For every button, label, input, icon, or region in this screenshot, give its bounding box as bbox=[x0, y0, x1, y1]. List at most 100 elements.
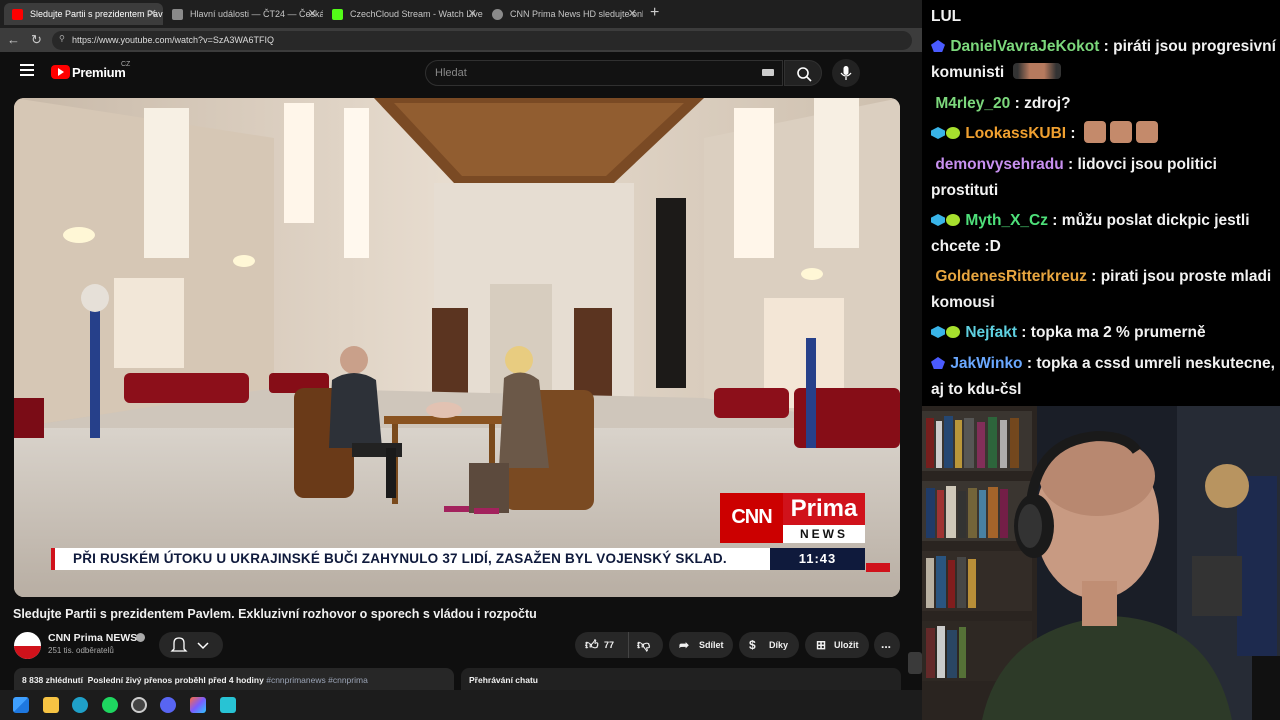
edge-browser-icon[interactable] bbox=[72, 697, 88, 713]
youtube-favicon-icon bbox=[12, 9, 23, 20]
more-icon: ... bbox=[881, 637, 892, 651]
tab-title: Hlavní události — ČT24 — Česká bbox=[190, 9, 323, 19]
tab-ct24[interactable]: Hlavní události — ČT24 — Česká ✕ bbox=[164, 3, 323, 25]
country-code: CZ bbox=[121, 61, 131, 68]
chat-username[interactable]: LookassKUBI bbox=[965, 125, 1066, 142]
webcam-scene bbox=[922, 406, 1280, 720]
new-tab-button[interactable]: + bbox=[650, 4, 659, 22]
video-player[interactable]: CNN Prima NEWS PŘI RUSKÉM ÚTOKU U UKRAJI… bbox=[14, 98, 900, 597]
ticker-clock: 11:43 bbox=[770, 548, 865, 570]
face-emote-icon bbox=[1109, 121, 1132, 143]
chat-message: Myth_X_Cz : můžu poslat dickpic jestli c… bbox=[931, 212, 1250, 255]
description-box[interactable]: 8 838 zhlédnutí Poslední živý přenos pro… bbox=[14, 668, 454, 690]
subscription-bell-button[interactable] bbox=[159, 632, 223, 658]
youtube-logo-icon[interactable] bbox=[51, 65, 70, 79]
reload-icon[interactable]: ↻ bbox=[31, 32, 42, 48]
taskbar bbox=[0, 690, 922, 720]
chat-username[interactable]: Myth_X_Cz bbox=[965, 212, 1048, 229]
sub-badge-icon bbox=[931, 357, 945, 369]
voice-search-button[interactable] bbox=[832, 59, 860, 87]
app-icon[interactable] bbox=[190, 697, 206, 713]
chat-message: M4rley_20 : zdroj? bbox=[935, 95, 1071, 112]
view-count: 8 838 zhlédnutí bbox=[22, 675, 83, 685]
page-favicon-icon bbox=[172, 9, 183, 20]
subscriber-count: 251 tis. odběratelů bbox=[48, 646, 114, 655]
close-tab-icon[interactable]: ✕ bbox=[308, 7, 317, 20]
video-title: Sledujte Partii s prezidentem Pavlem. Ex… bbox=[13, 607, 537, 621]
notepad-icon[interactable] bbox=[220, 697, 236, 713]
stream-status: Poslední živý přenos proběhl před 4 hodi… bbox=[87, 675, 264, 685]
scroll-thumb[interactable] bbox=[908, 652, 922, 674]
chat-message: LUL bbox=[931, 4, 1276, 30]
discord-icon[interactable] bbox=[160, 697, 176, 713]
tab-cnn-prima[interactable]: CNN Prima News HD sledujte onl ✕ bbox=[484, 3, 643, 25]
chat-username[interactable]: M4rley_20 bbox=[935, 95, 1010, 112]
like-dislike-group: 👍︎ 77 👎︎ bbox=[575, 632, 663, 658]
file-explorer-icon[interactable] bbox=[43, 697, 59, 713]
spotify-icon[interactable] bbox=[102, 697, 118, 713]
tab-czechcloud[interactable]: CzechCloud Stream - Watch Live ✕ bbox=[324, 3, 483, 25]
close-tab-icon[interactable]: ✕ bbox=[628, 7, 637, 20]
emote-icon bbox=[1012, 63, 1061, 79]
cnn-prima-mini-logo bbox=[866, 563, 890, 572]
chat-username[interactable]: Nejfakt bbox=[965, 324, 1017, 341]
url-field[interactable]: ⚲ https://www.youtube.com/watch?v=SzA3WA… bbox=[52, 31, 912, 50]
chat-username[interactable]: GoldenesRitterkreuz bbox=[935, 268, 1087, 285]
streamer-webcam bbox=[922, 406, 1280, 720]
browser-window: Sledujte Partii s prezidentem Pavle ✕ Hl… bbox=[0, 0, 922, 690]
like-icon[interactable]: 👍︎ bbox=[585, 637, 599, 653]
channel-avatar[interactable] bbox=[14, 632, 41, 659]
bits-badge-icon bbox=[946, 127, 960, 139]
chat-message: LookassKUBI : bbox=[931, 121, 1276, 147]
youtube-premium-label[interactable]: Premium bbox=[72, 65, 126, 80]
thanks-icon: $ bbox=[749, 638, 756, 652]
search-button[interactable] bbox=[784, 60, 822, 86]
bell-icon bbox=[170, 637, 209, 652]
save-button[interactable]: ⊞ Uložit bbox=[805, 632, 869, 658]
share-button[interactable]: ➦ Sdílet bbox=[669, 632, 733, 658]
obs-icon[interactable] bbox=[131, 697, 147, 713]
close-tab-icon[interactable]: ✕ bbox=[468, 7, 477, 20]
share-icon: ➦ bbox=[679, 638, 690, 652]
keyboard-icon[interactable] bbox=[762, 69, 774, 76]
chat-username[interactable]: demonvysehradu bbox=[935, 156, 1063, 173]
chat-username[interactable]: JakWinko bbox=[950, 355, 1022, 372]
site-info-icon[interactable]: ⚲ bbox=[59, 34, 65, 43]
bits-badge-icon bbox=[946, 214, 960, 226]
youtube-header: Premium CZ Hledat bbox=[0, 52, 922, 92]
tab-bar: Sledujte Partii s prezidentem Pavle ✕ Hl… bbox=[0, 0, 922, 28]
news-ticker: PŘI RUSKÉM ÚTOKU U UKRAJINSKÉ BUČI ZAHYN… bbox=[51, 548, 770, 570]
tab-youtube[interactable]: Sledujte Partii s prezidentem Pavle ✕ bbox=[4, 3, 163, 25]
windows-start-icon[interactable] bbox=[13, 697, 29, 713]
kick-favicon-icon bbox=[332, 9, 343, 20]
chat-message: JakWinko : topka a cssd umreli neskutecn… bbox=[931, 355, 1275, 398]
channel-name[interactable]: CNN Prima NEWS bbox=[48, 632, 137, 644]
hashtags[interactable]: #cnnprimanews #cnnprima bbox=[266, 675, 368, 685]
search-icon bbox=[797, 67, 812, 82]
chat-message: demonvysehradu : lidovci jsou politici p… bbox=[931, 156, 1217, 199]
address-bar: ← ↻ ⚲ https://www.youtube.com/watch?v=Sz… bbox=[0, 28, 922, 52]
divider bbox=[628, 632, 629, 658]
globe-favicon-icon bbox=[492, 9, 503, 20]
back-arrow-icon[interactable]: ← bbox=[7, 32, 20, 47]
share-label: Sdílet bbox=[699, 640, 724, 650]
chat-replay-header[interactable]: Přehrávání chatu bbox=[461, 668, 901, 690]
menu-icon[interactable] bbox=[20, 64, 34, 76]
face-emote-icon bbox=[1135, 121, 1158, 143]
more-actions-button[interactable]: ... bbox=[874, 632, 900, 658]
search-input[interactable]: Hledat bbox=[425, 60, 783, 86]
chat-message: Nejfakt : topka ma 2 % prumerně bbox=[931, 320, 1276, 346]
thanks-button[interactable]: $ Díky bbox=[739, 632, 799, 658]
tab-title: CzechCloud Stream - Watch Live bbox=[350, 9, 483, 19]
chat-message: GoldenesRitterkreuz : pirati jsou proste… bbox=[931, 268, 1272, 311]
chat-username[interactable]: DanielVavraJeKokot bbox=[950, 38, 1099, 55]
news-logo: NEWS bbox=[783, 525, 865, 543]
url-text: https://www.youtube.com/watch?v=SzA3WA6T… bbox=[72, 35, 274, 45]
thanks-label: Díky bbox=[769, 640, 789, 650]
face-emote-icon bbox=[1083, 121, 1106, 143]
tab-title: Sledujte Partii s prezidentem Pavle bbox=[30, 9, 163, 19]
close-tab-icon[interactable]: ✕ bbox=[148, 7, 157, 20]
dislike-icon[interactable]: 👎︎ bbox=[637, 637, 650, 653]
like-count[interactable]: 77 bbox=[604, 640, 614, 650]
microphone-icon bbox=[840, 66, 852, 80]
